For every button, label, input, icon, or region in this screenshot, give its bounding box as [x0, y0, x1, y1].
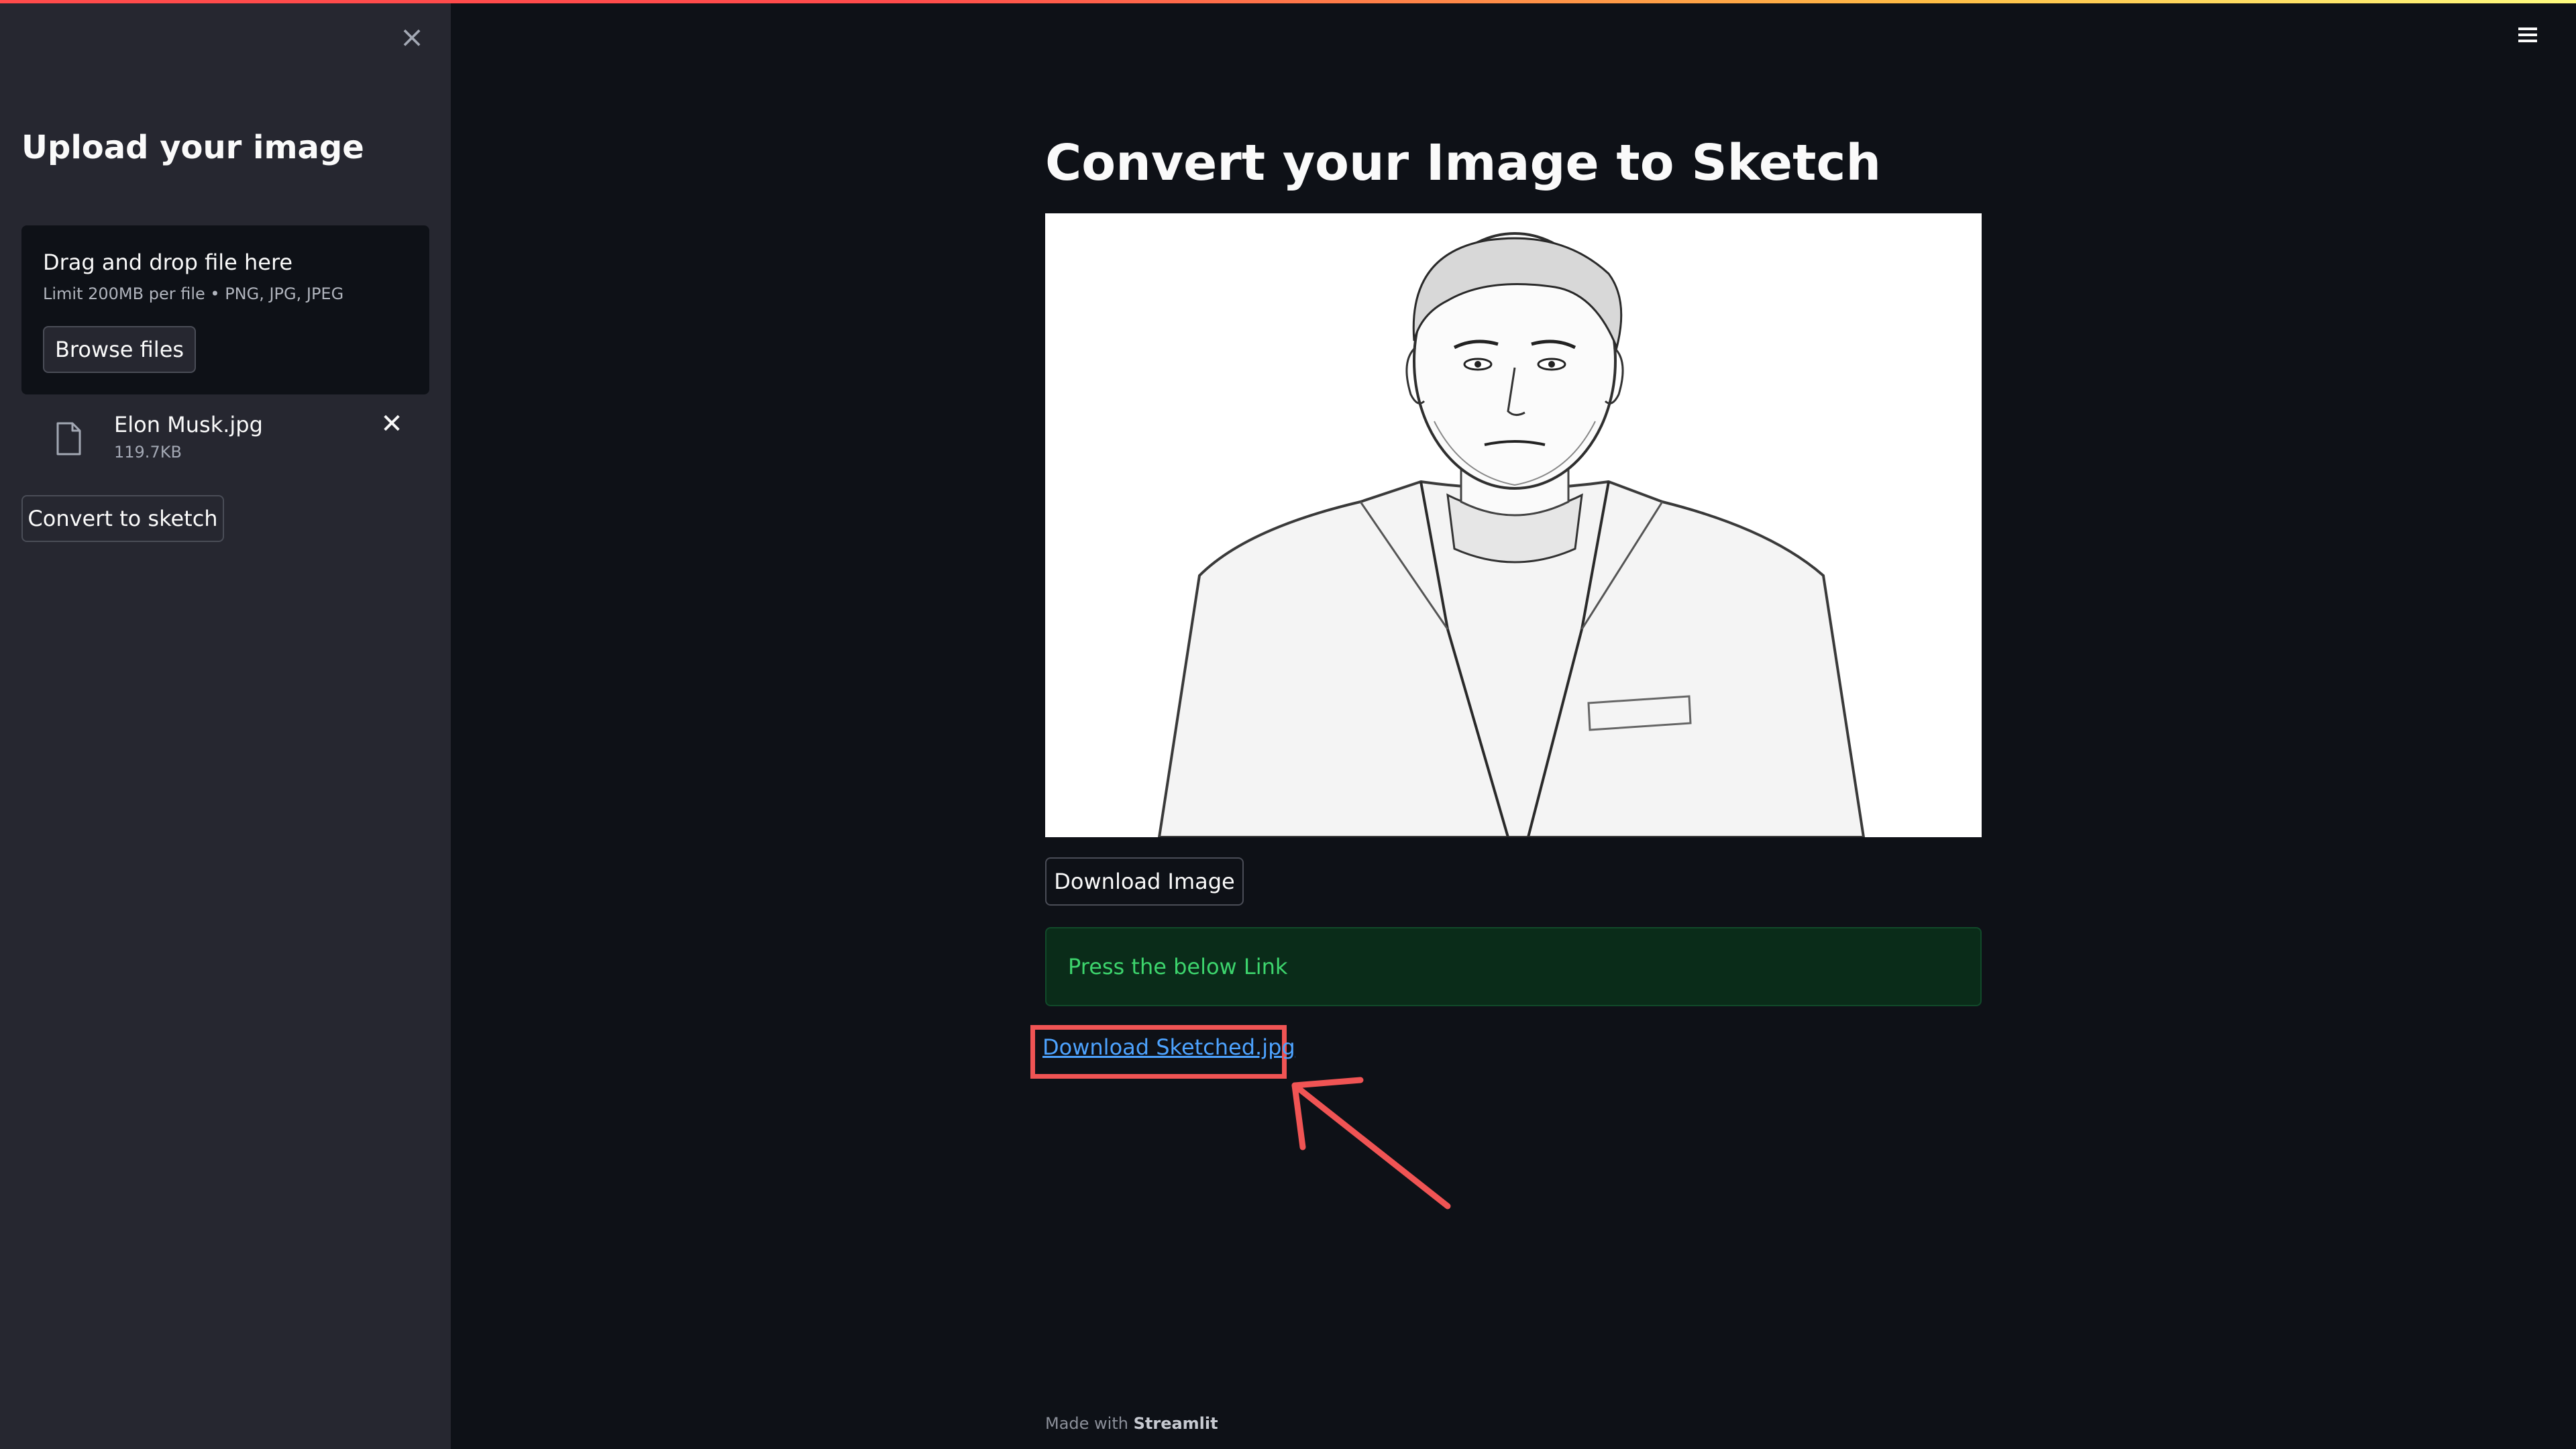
download-sketched-link[interactable]: Download Sketched.jpg	[1042, 1034, 1295, 1060]
file-name: Elon Musk.jpg	[114, 412, 263, 437]
file-size: 119.7KB	[114, 443, 182, 462]
convert-to-sketch-button[interactable]: Convert to sketch	[21, 495, 224, 542]
streamlit-link[interactable]: Streamlit	[1134, 1414, 1218, 1433]
close-sidebar-icon[interactable]: ×	[397, 23, 427, 52]
sidebar: × Upload your image Drag and drop file h…	[0, 0, 451, 1449]
success-alert: Press the below Link	[1045, 927, 1982, 1006]
browse-files-button[interactable]: Browse files	[43, 326, 196, 373]
uploaded-file-item: Elon Musk.jpg 119.7KB ✕	[47, 409, 423, 470]
footer-prefix: Made with	[1045, 1414, 1128, 1433]
success-alert-text: Press the below Link	[1068, 954, 1288, 979]
pointer-arrow-icon	[1291, 1077, 1451, 1210]
dropzone-title: Drag and drop file here	[43, 250, 293, 275]
sidebar-title: Upload your image	[21, 129, 364, 166]
footer: Made with Streamlit	[1045, 1414, 1218, 1433]
file-icon	[56, 422, 81, 455]
remove-file-icon[interactable]: ✕	[377, 409, 407, 439]
file-dropzone[interactable]: Drag and drop file here Limit 200MB per …	[21, 225, 429, 394]
hamburger-menu-icon[interactable]	[2513, 24, 2542, 51]
page-title: Convert your Image to Sketch	[1045, 134, 1882, 192]
top-decoration-bar	[0, 0, 2576, 3]
dropzone-limit-text: Limit 200MB per file • PNG, JPG, JPEG	[43, 284, 344, 303]
sketch-portrait-illustration	[1045, 213, 1982, 837]
download-image-button[interactable]: Download Image	[1045, 857, 1244, 906]
sketch-image	[1045, 213, 1982, 837]
